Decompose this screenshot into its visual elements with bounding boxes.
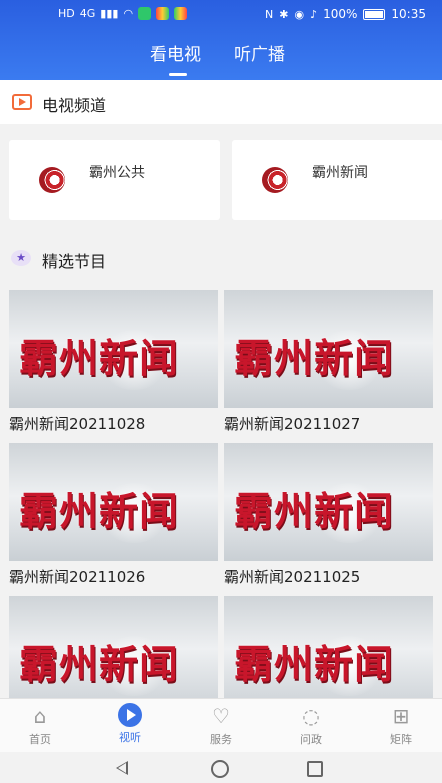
back-icon[interactable]: [116, 761, 128, 775]
section-title: 精选节目: [42, 252, 107, 271]
thumbnail-caption: 霸州新闻: [234, 642, 395, 688]
nav-matrix[interactable]: ⊞ 矩阵: [371, 703, 431, 747]
featured-programs-header: ★ 精选节目: [0, 236, 442, 280]
program-thumbnail[interactable]: 霸州新闻: [224, 596, 433, 714]
thumbnail-caption: 霸州新闻: [19, 336, 180, 382]
channel-card[interactable]: 霸州新闻: [232, 140, 442, 220]
active-tab-indicator: [169, 73, 187, 76]
app-notification-icon: [138, 7, 152, 20]
tv-channels-header: 电视频道: [0, 80, 442, 124]
nav-label: 服务: [210, 733, 232, 746]
mute-icon: ♪: [310, 7, 318, 21]
heart-icon: ♡: [212, 704, 230, 728]
home-circle-icon[interactable]: [211, 760, 229, 778]
thumbnail-caption: 霸州新闻: [234, 336, 395, 382]
nav-label: 矩阵: [390, 733, 412, 746]
channel-name: 霸州公共: [89, 165, 145, 181]
nav-service[interactable]: ♡ 服务: [191, 703, 251, 747]
chat-icon: ◌: [302, 704, 320, 728]
status-right: N ✱ ◉ ♪ 100% 10:35: [265, 7, 426, 21]
section-title: 电视频道: [42, 96, 107, 115]
tab-listen-radio[interactable]: 听广播: [234, 40, 285, 65]
battery-icon: [363, 8, 386, 20]
nav-home[interactable]: ⌂ 首页: [10, 703, 70, 747]
program-thumbnail[interactable]: 霸州新闻: [9, 443, 218, 561]
status-left: HD 4G ▮▮▮ ◠: [58, 7, 188, 20]
program-title: 霸州新闻20211027: [224, 415, 361, 433]
signal-icon: ▮▮▮: [100, 7, 119, 20]
program-thumbnail[interactable]: 霸州新闻: [9, 596, 218, 714]
nav-inquiry[interactable]: ◌ 问政: [281, 703, 341, 747]
nav-audio-video[interactable]: 视听: [100, 703, 160, 745]
program-title: 霸州新闻20211026: [9, 568, 146, 586]
thumbnail-caption: 霸州新闻: [234, 489, 395, 535]
thumbnail-caption: 霸州新闻: [19, 642, 180, 688]
nav-label: 问政: [300, 733, 322, 746]
program-title: 霸州新闻20211025: [224, 568, 361, 586]
channel-card[interactable]: 霸州公共: [9, 140, 220, 220]
program-thumbnail[interactable]: 霸州新闻: [9, 290, 218, 408]
channel-logo-icon: [39, 167, 65, 193]
program-card[interactable]: 霸州新闻 霸州新闻20211026: [9, 443, 218, 587]
app-notification-icon: [174, 7, 188, 20]
bluetooth-icon: ✱: [279, 7, 289, 21]
star-icon: ★: [11, 250, 31, 266]
location-icon: ◉: [294, 7, 305, 21]
thumbnail-caption: 霸州新闻: [19, 489, 180, 535]
clock: 10:35: [391, 7, 426, 21]
program-card[interactable]: 霸州新闻: [9, 596, 218, 714]
top-tabs: 看电视 听广播: [0, 40, 442, 76]
grid-icon: ⊞: [392, 704, 410, 728]
program-thumbnail[interactable]: 霸州新闻: [224, 290, 433, 408]
channel-name: 霸州新闻: [312, 165, 368, 181]
program-card[interactable]: 霸州新闻 霸州新闻20211027: [224, 290, 433, 434]
tab-watch-tv[interactable]: 看电视: [150, 40, 201, 65]
program-card[interactable]: 霸州新闻 霸州新闻20211028: [9, 290, 218, 434]
nfc-icon: N: [265, 7, 274, 21]
network-4g-indicator: 4G: [79, 7, 96, 20]
app-notification-icon: [156, 7, 170, 20]
program-card[interactable]: 霸州新闻: [224, 596, 433, 714]
bottom-navigation: ⌂ 首页 视听 ♡ 服务 ◌ 问政 ⊞ 矩阵: [0, 698, 442, 752]
tv-icon: [12, 94, 32, 110]
channel-logo-icon: [262, 167, 288, 193]
recent-apps-icon[interactable]: [307, 761, 323, 777]
nav-label: 首页: [29, 733, 51, 746]
app-header: HD 4G ▮▮▮ ◠ N ✱ ◉ ♪ 100% 10:35 看电视 听广播: [0, 0, 442, 80]
program-card[interactable]: 霸州新闻 霸州新闻20211025: [224, 443, 433, 587]
hd-indicator: HD: [58, 7, 75, 20]
nav-label: 视听: [119, 731, 141, 744]
home-icon: ⌂: [33, 704, 47, 728]
program-title: 霸州新闻20211028: [9, 415, 146, 433]
wifi-icon: ◠: [123, 7, 134, 20]
system-navigation-bar: [0, 752, 442, 783]
program-thumbnail[interactable]: 霸州新闻: [224, 443, 433, 561]
status-bar: HD 4G ▮▮▮ ◠ N ✱ ◉ ♪ 100% 10:35: [0, 0, 442, 30]
play-icon: [118, 703, 142, 727]
battery-percent: 100%: [323, 7, 358, 21]
